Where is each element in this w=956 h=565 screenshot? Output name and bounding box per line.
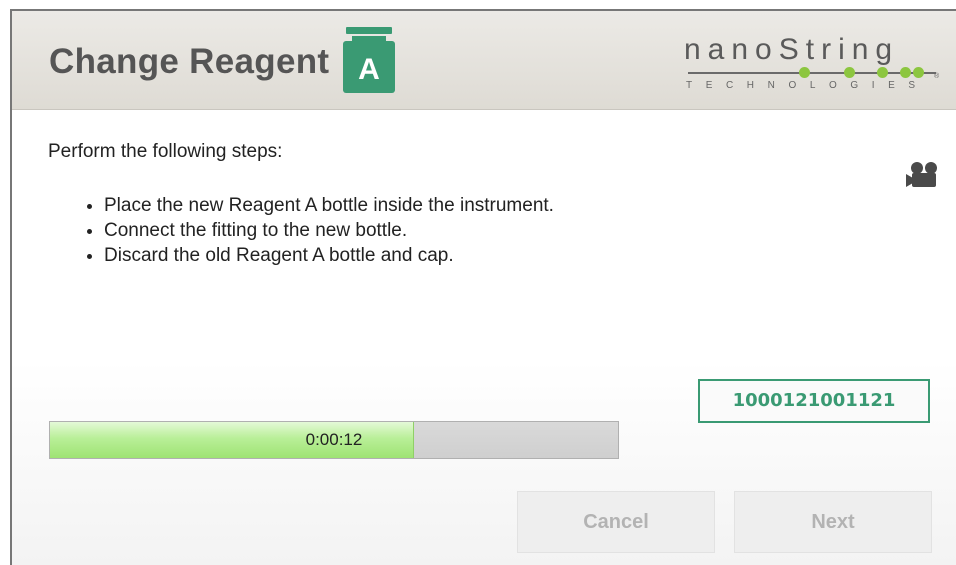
logo-dot [900,67,911,78]
change-reagent-dialog: Change Reagent A nanoString TECHNOLOGIES… [10,9,956,565]
logo-dot [844,67,855,78]
progress-bar: 0:00:12 [49,421,619,459]
list-item: Discard the old Reagent A bottle and cap… [104,244,620,267]
logo-underline [688,72,936,74]
logo-subtitle: TECHNOLOGIES [686,80,929,91]
instruction-steps: Place the new Reagent A bottle inside th… [80,194,620,269]
nanostring-logo: nanoString TECHNOLOGIES ® [684,33,942,97]
page-title: Change Reagent [49,42,330,81]
progress-timer: 0:00:12 [305,430,363,449]
logo-dot [799,67,810,78]
list-item: Place the new Reagent A bottle inside th… [104,194,620,217]
next-button[interactable]: Next [734,491,932,553]
video-camera-icon[interactable] [906,161,940,189]
logo-wordmark: nanoString [684,33,900,66]
dialog-content: Perform the following steps: Place the n… [12,110,956,565]
reagent-bottle-icon: A [343,27,395,93]
dialog-header: Change Reagent A nanoString TECHNOLOGIES… [12,11,956,110]
reagent-letter: A [358,53,380,86]
cancel-button[interactable]: Cancel [517,491,715,553]
logo-registered-mark: ® [934,73,940,80]
logo-dot [913,67,924,78]
lot-code-box: 1000121001121 [698,379,930,423]
logo-dot [877,67,888,78]
list-item: Connect the fitting to the new bottle. [104,219,620,242]
instructions-intro: Perform the following steps: [48,141,283,162]
